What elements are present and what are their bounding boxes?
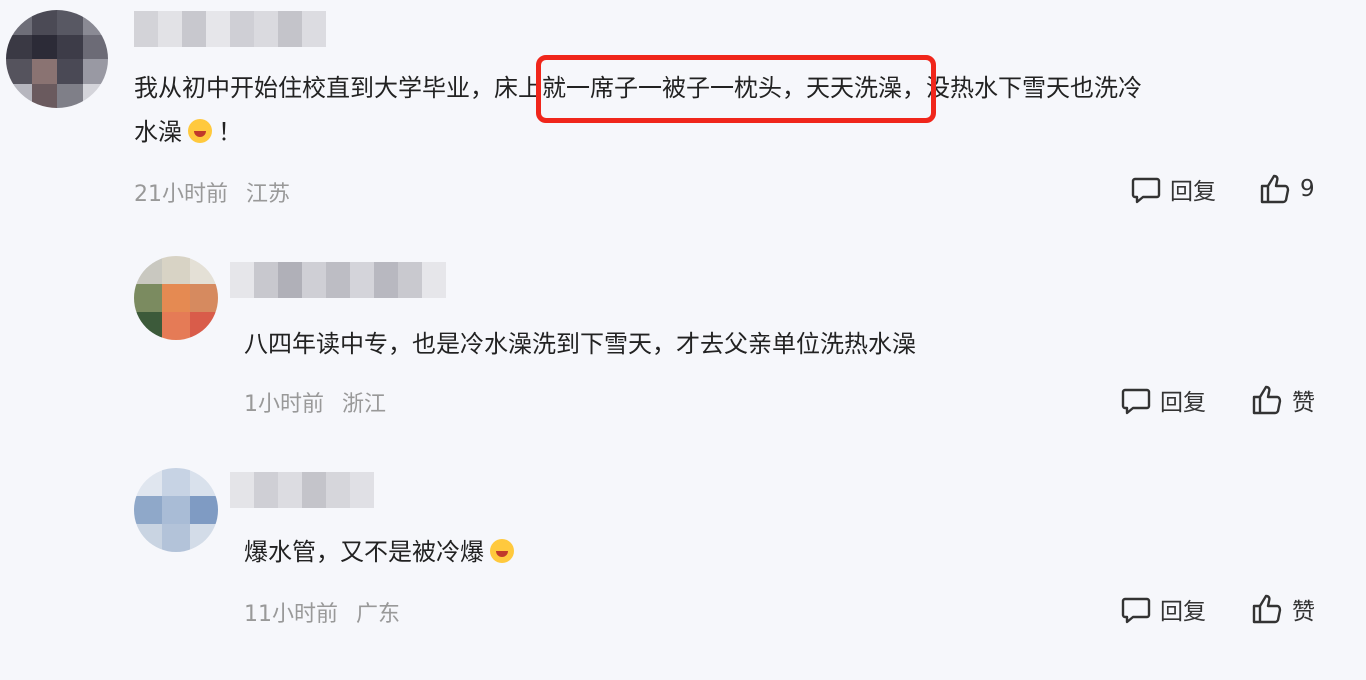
comment-bubble-icon xyxy=(1121,388,1151,415)
comment-text-line2: 水澡！ xyxy=(134,118,242,146)
comment-bubble-icon xyxy=(1121,597,1151,624)
comment-meta: 1小时前 浙江 xyxy=(244,386,404,418)
avatar[interactable] xyxy=(134,256,218,340)
comment-bubble-icon xyxy=(1131,177,1161,204)
avatar[interactable] xyxy=(134,468,218,552)
reply-button[interactable]: 回复 xyxy=(1120,383,1206,417)
location: 江苏 xyxy=(246,182,291,207)
comment-meta: 11小时前 广东 xyxy=(244,596,418,628)
thumbs-up-icon xyxy=(1252,385,1282,415)
location: 广东 xyxy=(356,602,401,627)
reply-button[interactable]: 回复 xyxy=(1130,172,1216,206)
reply-button[interactable]: 回复 xyxy=(1120,592,1206,626)
like-button[interactable]: 9 xyxy=(1258,172,1315,206)
like-button[interactable]: 赞 xyxy=(1250,592,1315,626)
timestamp: 21小时前 xyxy=(134,182,228,207)
laughing-crying-emoji-icon xyxy=(188,119,212,143)
username-blurred[interactable] xyxy=(230,262,446,298)
location: 浙江 xyxy=(342,392,387,417)
highlight-box xyxy=(536,55,936,123)
timestamp: 1小时前 xyxy=(244,392,324,417)
comment-text: 八四年读中专，也是冷水澡洗到下雪天，才去父亲单位洗热水澡 xyxy=(244,330,916,358)
thumbs-up-icon xyxy=(1260,174,1290,204)
comment-meta: 21小时前 江苏 xyxy=(134,176,308,208)
laughing-crying-emoji-icon xyxy=(490,539,514,563)
comment-text: 爆水管，又不是被冷爆 xyxy=(244,530,520,574)
thumbs-up-icon xyxy=(1252,594,1282,624)
avatar[interactable] xyxy=(6,10,108,108)
timestamp: 11小时前 xyxy=(244,602,338,627)
username-blurred[interactable] xyxy=(134,11,326,47)
username-blurred[interactable] xyxy=(230,472,374,508)
like-button[interactable]: 赞 xyxy=(1250,383,1315,417)
